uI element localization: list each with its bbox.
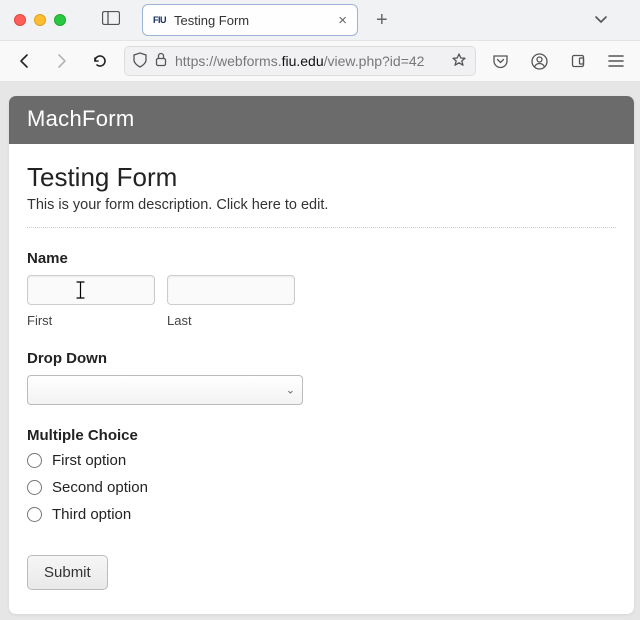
last-name-input[interactable] bbox=[167, 275, 295, 305]
menu-icon[interactable] bbox=[602, 50, 630, 72]
address-bar[interactable]: https://webforms.fiu.edu/view.php?id=42 bbox=[124, 46, 476, 76]
form-body: Testing Form This is your form descripti… bbox=[9, 144, 634, 614]
multiple-choice-label: Multiple Choice bbox=[27, 427, 616, 444]
tab-favicon: FIU bbox=[153, 15, 166, 25]
minimize-window-button[interactable] bbox=[34, 14, 46, 26]
lock-icon bbox=[155, 52, 167, 70]
bookmark-star-icon[interactable] bbox=[451, 52, 467, 71]
forward-button[interactable] bbox=[48, 49, 76, 73]
form-description[interactable]: This is your form description. Click her… bbox=[27, 197, 616, 228]
radio-input-2[interactable] bbox=[27, 480, 42, 495]
back-button[interactable] bbox=[10, 49, 38, 73]
new-tab-button[interactable]: + bbox=[376, 9, 388, 32]
radio-input-1[interactable] bbox=[27, 453, 42, 468]
submit-button[interactable]: Submit bbox=[27, 555, 108, 590]
dropdown-field-group: Drop Down ⌄ bbox=[27, 350, 616, 405]
browser-toolbar: https://webforms.fiu.edu/view.php?id=42 bbox=[0, 40, 640, 82]
first-sublabel: First bbox=[27, 313, 155, 328]
reload-button[interactable] bbox=[86, 49, 114, 73]
name-label: Name bbox=[27, 250, 616, 267]
tab-title: Testing Form bbox=[174, 13, 330, 28]
browser-tab[interactable]: FIU Testing Form × bbox=[142, 4, 358, 36]
page-title: Testing Form bbox=[27, 162, 616, 193]
radio-input-3[interactable] bbox=[27, 507, 42, 522]
shield-icon bbox=[133, 52, 147, 71]
traffic-lights bbox=[14, 14, 66, 26]
dropdown-select[interactable] bbox=[27, 375, 303, 405]
account-icon[interactable] bbox=[525, 49, 554, 74]
form-card: MachForm Testing Form This is your form … bbox=[9, 96, 634, 614]
radio-option-1[interactable]: First option bbox=[27, 452, 616, 469]
tabs-overflow-button[interactable] bbox=[594, 11, 608, 29]
sidebar-toggle-button[interactable] bbox=[98, 7, 124, 34]
dropdown-label: Drop Down bbox=[27, 350, 616, 367]
first-name-input[interactable] bbox=[27, 275, 155, 305]
name-field-group: Name First Last bbox=[27, 250, 616, 328]
close-window-button[interactable] bbox=[14, 14, 26, 26]
url-text: https://webforms.fiu.edu/view.php?id=42 bbox=[175, 53, 443, 69]
window-titlebar: FIU Testing Form × + bbox=[0, 0, 640, 40]
maximize-window-button[interactable] bbox=[54, 14, 66, 26]
brand-header: MachForm bbox=[9, 96, 634, 144]
extensions-icon[interactable] bbox=[564, 49, 592, 73]
radio-label-3: Third option bbox=[52, 506, 131, 523]
radio-label-2: Second option bbox=[52, 479, 148, 496]
radio-option-2[interactable]: Second option bbox=[27, 479, 616, 496]
close-tab-button[interactable]: × bbox=[338, 12, 347, 29]
radio-label-1: First option bbox=[52, 452, 126, 469]
multiple-choice-group: Multiple Choice First option Second opti… bbox=[27, 427, 616, 523]
last-sublabel: Last bbox=[167, 313, 295, 328]
radio-option-3[interactable]: Third option bbox=[27, 506, 616, 523]
pocket-icon[interactable] bbox=[486, 49, 515, 73]
page-viewport: MachForm Testing Form This is your form … bbox=[0, 82, 640, 620]
